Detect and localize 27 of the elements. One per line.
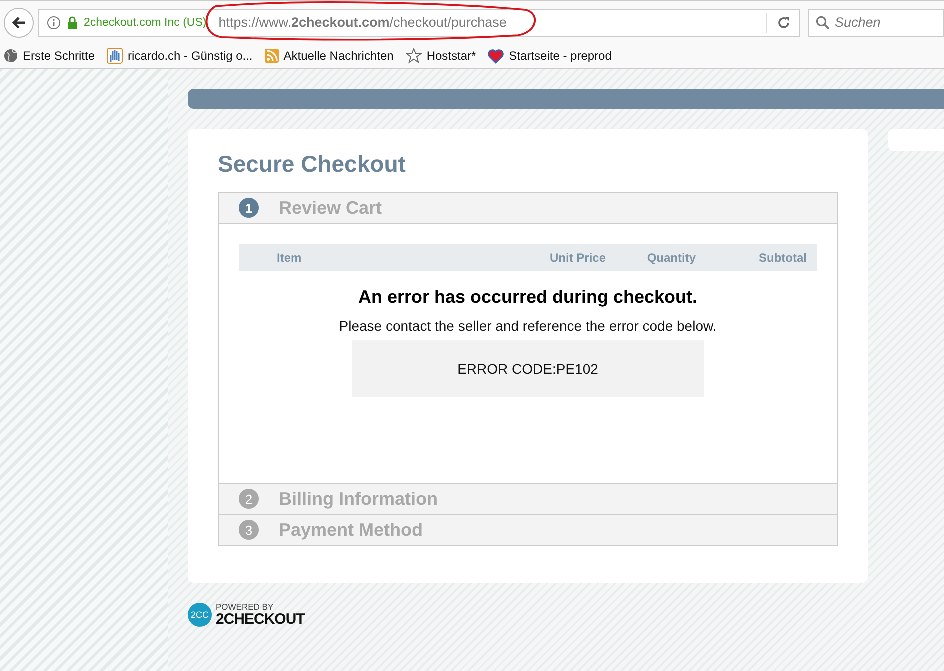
logo-mark: 2CC xyxy=(188,603,212,627)
powered-by-text: POWERED BY xyxy=(216,603,275,612)
error-message: Please contact the seller and reference the error code below. xyxy=(338,318,718,334)
bookmark-link[interactable]: Aktuelle Nachrichten xyxy=(264,49,394,63)
bookmark-link[interactable]: Startseite - preprod xyxy=(488,48,612,64)
step-title: Billing Information xyxy=(279,488,438,510)
bookmark-link[interactable]: ricardo.ch - Günstig o... xyxy=(107,48,253,64)
checkout-title: Secure Checkout xyxy=(218,151,407,178)
search-field[interactable]: Suchen xyxy=(808,8,944,36)
brand-logo-text: 2CHECKOUT xyxy=(216,612,305,627)
step-header[interactable]: 1 Review Cart xyxy=(219,193,837,224)
step-number-badge: 2 xyxy=(239,489,259,509)
bookmark-link[interactable]: Hoststar* xyxy=(406,48,476,64)
column-header: Quantity xyxy=(646,250,696,264)
step-title: Review Cart xyxy=(279,198,382,218)
url-text: https://www.2checkout.com/checkout/purchase xyxy=(218,15,507,30)
address-bar[interactable]: 2checkout.com Inc (US) https://www.2checkout.com/checkout/purchase xyxy=(38,8,800,36)
step-number-badge: 1 xyxy=(239,198,259,218)
step-number-badge: 3 xyxy=(239,520,259,540)
site-identity: 2checkout.com Inc (US) xyxy=(84,16,207,28)
error-code: ERROR CODE:PE102 xyxy=(458,360,598,376)
error-heading: An error has occurred during checkout. xyxy=(357,287,699,308)
column-header: Unit Price xyxy=(548,250,606,264)
bookmark-link[interactable]: Erste Schritte xyxy=(4,49,96,63)
column-header: Item xyxy=(277,250,303,264)
column-header: Subtotal xyxy=(758,250,808,264)
step-title: Payment Method xyxy=(279,520,424,540)
